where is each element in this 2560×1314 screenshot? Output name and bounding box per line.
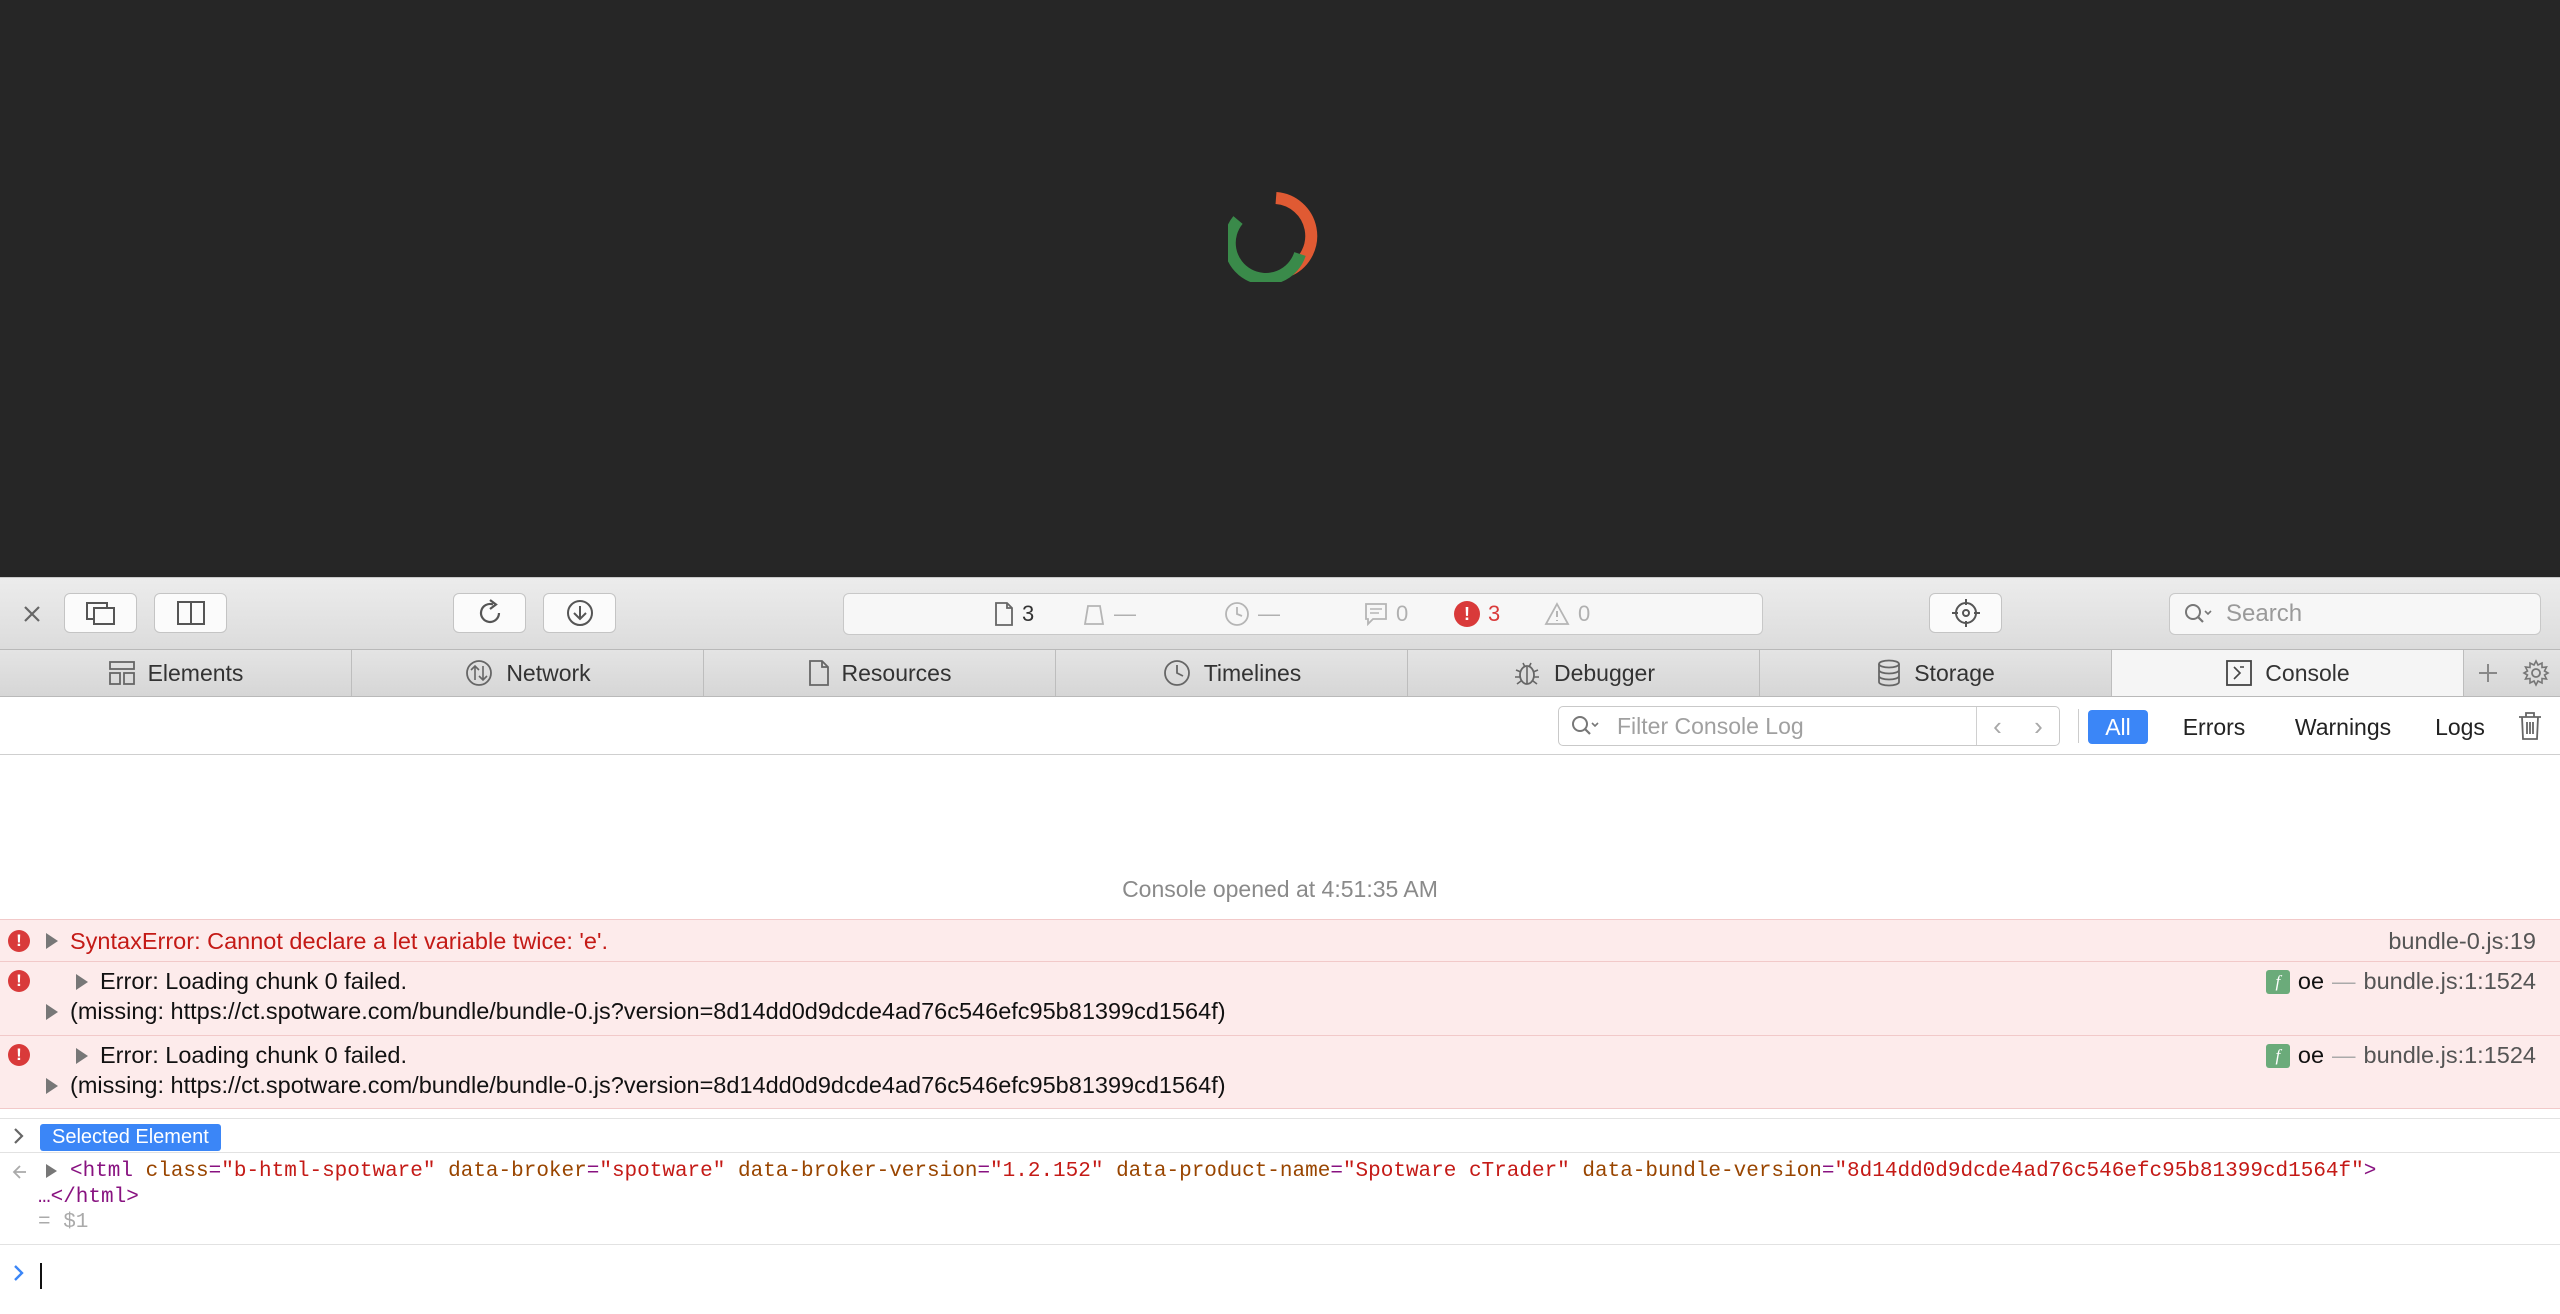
input-chevron-icon: [14, 1128, 24, 1144]
disclosure-triangle-icon[interactable]: [46, 1078, 58, 1094]
console-filter-bar: ‹ › All Errors Warnings Logs: [0, 697, 2560, 755]
tab-debugger[interactable]: Debugger: [1408, 650, 1760, 696]
selected-element-row: Selected Element: [0, 1118, 2560, 1152]
tab-elements[interactable]: Elements: [0, 650, 352, 696]
logs-count[interactable]: 0: [1364, 594, 1408, 634]
scope-logs-button[interactable]: Logs: [2418, 710, 2502, 744]
console-prompt[interactable]: [0, 1244, 2560, 1300]
log-bubble-icon: [1365, 603, 1387, 626]
disclosure-triangle-icon[interactable]: [46, 1004, 58, 1020]
error-icon: !: [8, 1044, 30, 1066]
result-reference: = $1: [38, 1211, 89, 1234]
next-match-icon[interactable]: ›: [2034, 711, 2043, 742]
debugger-icon: [1514, 662, 1539, 685]
detach-window-button[interactable]: [64, 593, 137, 633]
add-tab-icon[interactable]: [2464, 650, 2512, 696]
console-opened-message: Console opened at 4:51:35 AM: [1122, 876, 1438, 902]
filter-search-icon: [1572, 716, 1599, 735]
prompt-chevron-icon: [14, 1265, 24, 1281]
disclosure-triangle-icon[interactable]: [46, 1164, 57, 1178]
console-error-message[interactable]: ! Error: Loading chunk 0 failed. (missin…: [0, 1035, 2560, 1109]
tab-network[interactable]: Network: [352, 650, 704, 696]
tab-resources[interactable]: Resources: [704, 650, 1056, 696]
devtools-tab-bar: Elements Network Resources Timelines Deb…: [0, 650, 2560, 697]
filter-navigation: ‹ ›: [1976, 707, 2059, 745]
load-time[interactable]: —: [1224, 594, 1280, 634]
filter-console-input[interactable]: [1615, 711, 1959, 741]
source-location-link[interactable]: bundle-0.js:19: [2388, 928, 2536, 955]
element-picker-button[interactable]: [1929, 593, 2002, 633]
console-error-message[interactable]: ! Error: Loading chunk 0 failed. (missin…: [0, 961, 2560, 1035]
document-icon: [995, 602, 1013, 626]
source-location-link[interactable]: f oe — bundle.js:1:1524: [2265, 968, 2536, 995]
tab-timelines[interactable]: Timelines: [1056, 650, 1408, 696]
close-devtools-icon[interactable]: [18, 600, 46, 628]
console-icon: [2226, 660, 2253, 686]
dom-node-result[interactable]: <html class="b-html-spotware" data-broke…: [0, 1152, 2560, 1242]
resources-icon: [808, 660, 829, 686]
console-error-message[interactable]: ! SyntaxError: Cannot declare a let vari…: [0, 919, 2560, 961]
source-location-link[interactable]: f oe — bundle.js:1:1524: [2265, 1042, 2536, 1069]
text-cursor: [40, 1263, 42, 1289]
scope-warnings-button[interactable]: Warnings: [2274, 710, 2412, 744]
elements-icon: [108, 661, 135, 685]
previous-match-icon[interactable]: ‹: [1993, 711, 2002, 742]
devtools-toolbar: 3 — — 0 ! 3 0: [0, 577, 2560, 650]
search-input[interactable]: [2224, 599, 2528, 629]
dock-side-button[interactable]: [154, 593, 227, 633]
disclosure-triangle-icon[interactable]: [46, 933, 58, 949]
download-button[interactable]: [543, 593, 616, 633]
activity-viewer: 3 — — 0 ! 3 0: [843, 593, 1763, 635]
resource-size[interactable]: —: [1082, 594, 1136, 634]
warning-icon: [1544, 602, 1570, 625]
page-viewport: [0, 0, 2560, 577]
scope-errors-button[interactable]: Errors: [2164, 710, 2264, 744]
disclosure-triangle-icon[interactable]: [76, 974, 88, 990]
search-field[interactable]: [2169, 593, 2541, 635]
html-open-tag: <html class="b-html-spotware" data-broke…: [70, 1160, 2377, 1183]
storage-icon: [1878, 659, 1901, 687]
settings-gear-icon[interactable]: [2512, 650, 2560, 696]
resources-count[interactable]: 3: [994, 594, 1034, 634]
clock-icon: [1225, 602, 1249, 626]
errors-count[interactable]: ! 3: [1454, 594, 1500, 634]
function-icon: f: [2265, 969, 2290, 994]
tab-console[interactable]: Console: [2112, 650, 2464, 696]
selected-element-badge: Selected Element: [40, 1124, 221, 1151]
function-icon: f: [2265, 1043, 2290, 1068]
weight-icon: [1083, 605, 1105, 625]
divider: [2078, 709, 2079, 743]
disclosure-triangle-icon[interactable]: [76, 1048, 88, 1064]
separator-dash: —: [2332, 968, 2356, 994]
error-icon: !: [8, 930, 30, 952]
loading-spinner-icon: [1228, 192, 1318, 282]
network-icon: [466, 660, 493, 686]
html-close-tag: …</html>: [38, 1186, 139, 1209]
console-log: Console opened at 4:51:35 AM ! SyntaxErr…: [0, 755, 2560, 1314]
timelines-icon: [1163, 660, 1190, 686]
separator-dash: —: [2332, 1042, 2356, 1068]
warnings-count[interactable]: 0: [1544, 594, 1590, 634]
reload-button[interactable]: [453, 593, 526, 633]
scope-all-button[interactable]: All: [2088, 710, 2148, 744]
filter-console-field[interactable]: ‹ ›: [1558, 706, 2060, 746]
clear-log-trash-icon[interactable]: [2516, 711, 2544, 746]
error-icon: !: [1454, 601, 1480, 627]
tab-storage[interactable]: Storage: [1760, 650, 2112, 696]
crosshair-icon: [1951, 599, 1980, 627]
error-icon: !: [8, 970, 30, 992]
search-icon: [2185, 604, 2212, 623]
result-arrow-icon: [12, 1165, 26, 1179]
